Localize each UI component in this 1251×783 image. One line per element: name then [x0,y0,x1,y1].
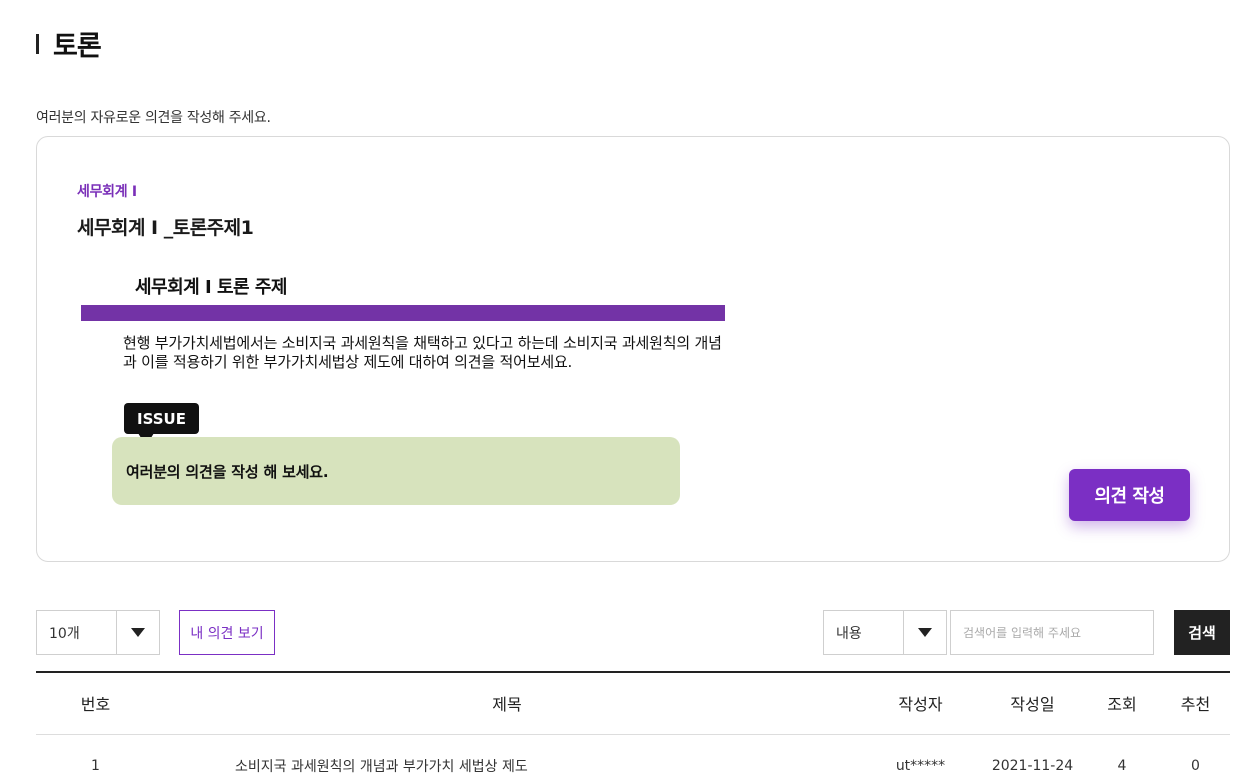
search-button[interactable]: 검색 [1174,610,1230,655]
row-date: 2021-11-24 [991,758,1074,775]
title-bar-decoration [36,33,39,54]
topic-document-rule [81,305,725,321]
column-header-number: 번호 [36,671,155,735]
page-size-value: 10개 [37,611,117,654]
search-input[interactable] [950,610,1154,655]
search-type-select[interactable]: 내용 [823,610,947,655]
issue-text: 여러분의 의견을 작성 해 보세요. [126,463,329,481]
write-opinion-button[interactable]: 의견 작성 [1069,469,1190,521]
column-header-author: 작성자 [859,671,982,735]
table-header-row: 번호 제목 작성자 작성일 조회 추천 [36,671,1230,735]
page-size-select[interactable]: 10개 [36,610,160,655]
topic-title: 세무회계 I _토론주제1 [77,217,254,239]
topic-document-heading: 세무회계 I 토론 주제 [135,277,287,298]
search-type-value: 내용 [824,611,904,654]
issue-tag: ISSUE [124,403,199,446]
page-intro: 여러분의 자유로운 의견을 작성해 주세요. [36,110,271,126]
row-likes: 0 [1191,758,1200,775]
row-title-link[interactable]: 소비지국 과세원칙의 개념과 부가가치 세법상 제도 [155,734,859,783]
row-number: 1 [91,758,100,775]
column-header-date: 작성일 [982,671,1083,735]
page-size-dropdown-button[interactable] [117,611,159,654]
column-header-likes: 추천 [1161,671,1230,735]
row-views: 4 [1117,758,1127,775]
topic-document-body: 현행 부가가치세법에서는 소비지국 과세원칙을 채택하고 있다고 하는데 소비지… [123,334,722,371]
discussion-table: 번호 제목 작성자 작성일 조회 추천 1 소비지국 과세원칙의 개념과 부가가… [36,671,1230,783]
search-type-dropdown-button[interactable] [904,611,946,654]
page-title: 토론 [36,24,102,63]
table-row[interactable]: 1 소비지국 과세원칙의 개념과 부가가치 세법상 제도 ut***** 202… [36,734,1230,783]
page-title-text: 토론 [53,31,102,62]
column-header-views: 조회 [1083,671,1161,735]
caret-down-icon [131,628,145,637]
column-header-title: 제목 [155,671,859,735]
row-author: ut***** [895,758,946,775]
topic-card: 세무회계 I 세무회계 I _토론주제1 세무회계 I 토론 주제 현행 부가가… [36,136,1230,562]
topic-category: 세무회계 I [77,184,137,200]
issue-box: 여러분의 의견을 작성 해 보세요. [112,437,680,505]
my-opinion-button[interactable]: 내 의견 보기 [179,610,275,655]
caret-down-icon [918,628,932,637]
